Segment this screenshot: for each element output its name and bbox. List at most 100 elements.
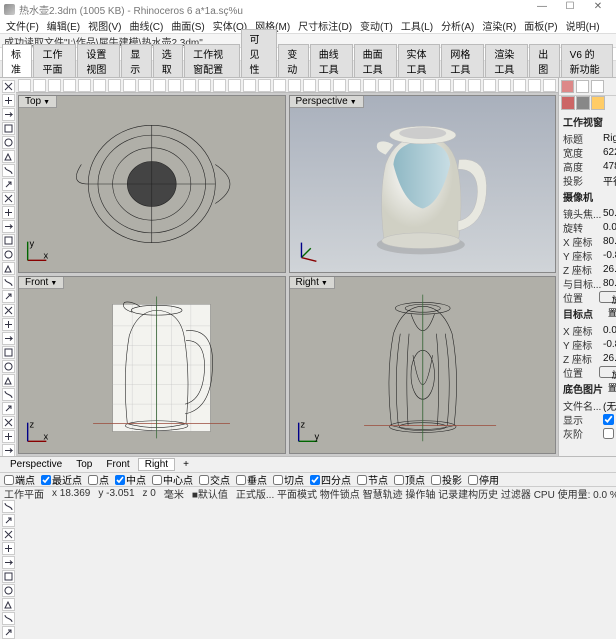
toolbar-button[interactable] — [33, 79, 46, 92]
tool-button[interactable] — [2, 556, 15, 569]
tool-button[interactable] — [2, 542, 15, 555]
ribbon-tab[interactable]: 显示 — [121, 44, 151, 77]
menu-item[interactable]: 分析(A) — [441, 18, 474, 33]
viewport-tab[interactable]: Perspective — [4, 459, 68, 470]
prop-target-z[interactable]: 26.27 — [603, 353, 616, 364]
prop-distance[interactable]: 80.212 — [603, 278, 616, 289]
ribbon-tab[interactable]: 标准 — [2, 44, 32, 77]
osnap-checkbox[interactable] — [115, 475, 125, 485]
toolbar-button[interactable] — [318, 79, 331, 92]
minimize-button[interactable]: — — [528, 1, 556, 17]
close-button[interactable]: ✕ — [584, 1, 612, 17]
menu-item[interactable]: 渲染(R) — [482, 18, 516, 33]
viewport-tab[interactable]: Right — [138, 458, 175, 471]
toolbar-button[interactable] — [333, 79, 346, 92]
tool-button[interactable] — [2, 500, 15, 513]
tool-button[interactable] — [2, 248, 15, 261]
toolbar-button[interactable] — [198, 79, 211, 92]
toolbar-button[interactable] — [228, 79, 241, 92]
osnap-option[interactable]: 顶点 — [394, 472, 425, 486]
status-layer[interactable]: ■默认值 — [192, 486, 228, 500]
osnap-checkbox[interactable] — [4, 475, 14, 485]
tool-button[interactable] — [2, 388, 15, 401]
status-cplane[interactable]: 工作平面 — [4, 486, 44, 500]
osnap-option[interactable]: 投影 — [431, 472, 462, 486]
prop-target-y[interactable]: -0.814 — [603, 339, 616, 350]
toolbar-button[interactable] — [543, 79, 556, 92]
prop-camera-z[interactable]: 26.27 — [603, 264, 616, 275]
tool-button[interactable] — [2, 304, 15, 317]
osnap-option[interactable]: 切点 — [273, 472, 304, 486]
tool-button[interactable] — [2, 430, 15, 443]
toolbar-button[interactable] — [168, 79, 181, 92]
osnap-checkbox[interactable] — [236, 475, 246, 485]
viewport-tab[interactable]: Top — [70, 459, 98, 470]
tool-button[interactable] — [2, 626, 15, 639]
osnap-checkbox[interactable] — [394, 475, 404, 485]
menu-item[interactable]: 视图(V) — [88, 18, 121, 33]
tool-button[interactable] — [2, 80, 15, 93]
tool-button[interactable] — [2, 528, 15, 541]
toolbar-button[interactable] — [243, 79, 256, 92]
toolbar-button[interactable] — [498, 79, 511, 92]
prop-height[interactable]: 478 — [603, 161, 616, 172]
sun-props-icon[interactable] — [591, 96, 605, 110]
menu-item[interactable]: 编辑(E) — [47, 18, 80, 33]
menu-item[interactable]: 文件(F) — [6, 18, 39, 33]
osnap-checkbox[interactable] — [199, 475, 209, 485]
menu-item[interactable]: 变动(T) — [360, 18, 393, 33]
status-extra[interactable]: 正式版... 平面模式 物件锁点 智慧轨迹 操作轴 记录建构历史 过滤器 CPU… — [236, 486, 616, 500]
tool-button[interactable] — [2, 514, 15, 527]
osnap-option[interactable]: 最近点 — [41, 472, 82, 486]
osnap-checkbox[interactable] — [41, 475, 51, 485]
layers-tab-icon[interactable] — [576, 80, 589, 93]
prop-title[interactable]: Right — [603, 133, 616, 144]
prop-target-x[interactable]: 0.0 — [603, 325, 616, 336]
toolbar-button[interactable] — [408, 79, 421, 92]
menu-item[interactable]: 工具(L) — [401, 18, 433, 33]
toolbar-button[interactable] — [468, 79, 481, 92]
osnap-checkbox[interactable] — [152, 475, 162, 485]
toolbar-button[interactable] — [48, 79, 61, 92]
prop-lens[interactable]: 50.0 — [603, 208, 616, 219]
gray-checkbox[interactable] — [603, 428, 614, 439]
osnap-option[interactable]: 点 — [88, 472, 109, 486]
place-target-button[interactable]: 放置... — [599, 366, 616, 378]
prop-filename[interactable]: (无) — [603, 398, 616, 413]
viewport-front[interactable]: Front▼ — [18, 276, 286, 454]
ribbon-tab[interactable]: 渲染工具 — [485, 44, 528, 77]
place-camera-button[interactable]: 放置... — [599, 291, 616, 303]
osnap-checkbox[interactable] — [88, 475, 98, 485]
toolbar-button[interactable] — [483, 79, 496, 92]
osnap-option[interactable]: 中点 — [115, 472, 146, 486]
osnap-option[interactable]: 交点 — [199, 472, 230, 486]
toolbar-button[interactable] — [93, 79, 106, 92]
ribbon-tab[interactable]: 工作平面 — [33, 44, 76, 77]
toolbar-button[interactable] — [78, 79, 91, 92]
properties-tab-icon[interactable] — [561, 80, 574, 93]
tool-button[interactable] — [2, 346, 15, 359]
ribbon-tab[interactable]: 实体工具 — [398, 44, 441, 77]
tool-button[interactable] — [2, 192, 15, 205]
toolbar-button[interactable] — [18, 79, 31, 92]
osnap-option[interactable]: 中心点 — [152, 472, 193, 486]
toolbar-button[interactable] — [273, 79, 286, 92]
viewport-perspective[interactable]: Perspective▼ — [289, 95, 557, 273]
osnap-checkbox[interactable] — [273, 475, 283, 485]
toolbar-button[interactable] — [528, 79, 541, 92]
ribbon-tab[interactable]: 网格工具 — [441, 44, 484, 77]
display-tab-icon[interactable] — [591, 80, 604, 93]
toolbar-button[interactable] — [108, 79, 121, 92]
prop-projection[interactable]: 平行 — [603, 173, 616, 188]
prop-width[interactable]: 622 — [603, 147, 616, 158]
osnap-option[interactable]: 停用 — [468, 472, 499, 486]
viewport-tab[interactable]: Front — [100, 459, 135, 470]
ribbon-tab[interactable]: 可见性 — [241, 29, 278, 77]
tool-button[interactable] — [2, 122, 15, 135]
osnap-checkbox[interactable] — [468, 475, 478, 485]
tool-button[interactable] — [2, 136, 15, 149]
toolbar-button[interactable] — [183, 79, 196, 92]
ribbon-tab[interactable]: 曲线工具 — [310, 44, 353, 77]
tool-button[interactable] — [2, 444, 15, 457]
toolbar-button[interactable] — [303, 79, 316, 92]
